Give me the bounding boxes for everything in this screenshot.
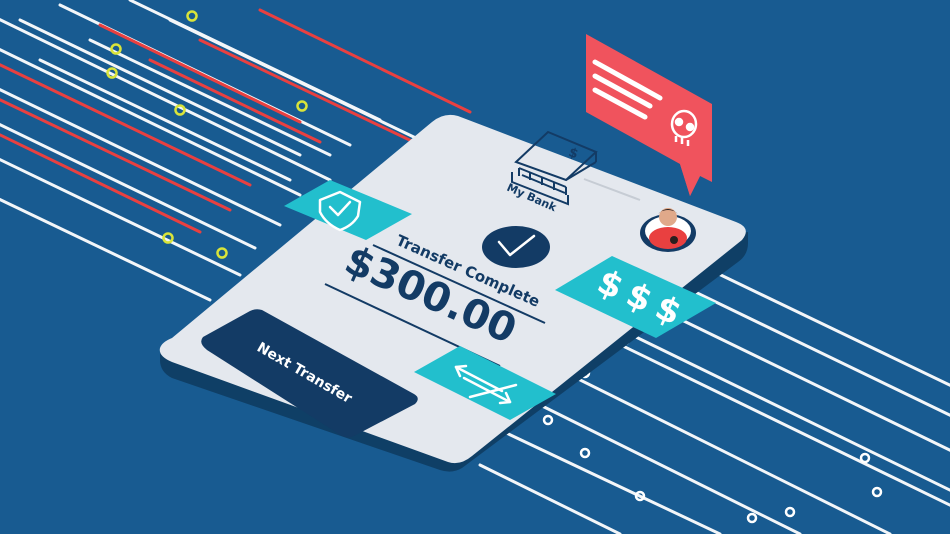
bank-symbol: $: [566, 145, 580, 162]
alert-bubble: [586, 34, 712, 196]
illustration-canvas: $ My Bank Transfer Complete $300.00 Next…: [0, 0, 950, 534]
check-badge: [482, 226, 550, 268]
